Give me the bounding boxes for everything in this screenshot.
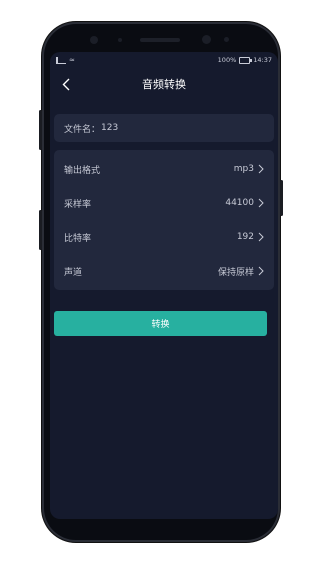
setting-label: 声道 — [64, 267, 83, 278]
setting-value: 192 — [236, 232, 254, 242]
status-right: 100% 14:37 — [218, 56, 272, 64]
front-camera-icon — [90, 36, 98, 44]
settings-card: 输出格式 mp3 采样率 44100 比特率 192 声道 保持原样 — [54, 150, 274, 290]
filename-card: 文件名： 123 — [54, 114, 274, 142]
setting-value-group: 44100 — [225, 198, 264, 208]
setting-row-sample-rate[interactable]: 采样率 44100 — [54, 186, 274, 220]
earpiece-speaker — [140, 38, 180, 42]
iris-camera-icon — [202, 35, 211, 44]
chevron-right-icon — [258, 164, 264, 174]
setting-value-group: 192 — [237, 232, 264, 242]
setting-label: 输出格式 — [64, 165, 101, 176]
setting-row-bitrate[interactable]: 比特率 192 — [54, 220, 274, 254]
setting-value-group: 保持原样 — [218, 265, 264, 278]
chevron-right-icon — [258, 198, 264, 208]
setting-value: 保持原样 — [217, 267, 254, 278]
back-button[interactable] — [56, 74, 76, 94]
app-screen: ≈ 100% 14:37 音频转换 文件名： 123 输出格式 mp3 采样率 — [50, 52, 278, 519]
sensor-icon — [118, 38, 122, 42]
battery-icon — [239, 56, 253, 64]
bixby-button — [39, 210, 42, 250]
battery-percent: 100% — [217, 56, 237, 64]
chevron-left-icon — [62, 78, 70, 90]
status-bar: ≈ 100% 14:37 — [50, 52, 278, 68]
setting-label: 比特率 — [64, 233, 92, 244]
status-left: ≈ — [56, 56, 75, 64]
setting-value: mp3 — [233, 164, 254, 174]
proximity-sensor-icon — [224, 37, 229, 42]
wifi-icon: ≈ — [69, 56, 75, 64]
convert-button[interactable]: 转换 — [54, 311, 267, 336]
setting-value-group: mp3 — [234, 164, 264, 174]
setting-value: 44100 — [225, 198, 254, 208]
chevron-right-icon — [258, 232, 264, 242]
power-button — [280, 180, 283, 216]
status-time: 14:37 — [253, 56, 272, 64]
filename-value: 123 — [101, 123, 119, 133]
setting-row-channel[interactable]: 声道 保持原样 — [54, 254, 274, 288]
volume-button — [39, 110, 42, 150]
signal-icon — [56, 56, 66, 64]
setting-row-output-format[interactable]: 输出格式 mp3 — [54, 152, 274, 186]
chevron-right-icon — [258, 266, 264, 276]
setting-label: 采样率 — [64, 199, 92, 210]
filename-label: 文件名： — [64, 124, 101, 135]
header-bar: 音频转换 — [50, 68, 278, 100]
page-title: 音频转换 — [142, 78, 186, 91]
